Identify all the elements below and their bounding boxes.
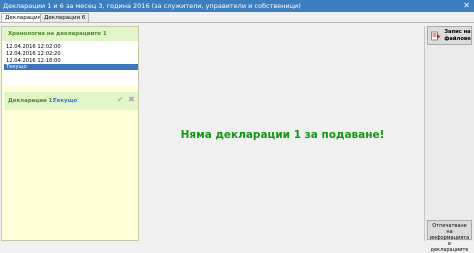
print-info-button[interactable]: Отпечатване на информацията в декларации… <box>427 220 472 253</box>
declaration-label: Декларации 1: <box>8 98 55 104</box>
window-title: Декларации 1 и 6 за месец 3, година 2016… <box>3 2 301 10</box>
tab-bar: Декларация 1 Декларация 6 <box>0 12 474 22</box>
check-icon[interactable]: ✔ <box>117 95 124 104</box>
main-area: Няма декларации 1 за подаване! <box>141 26 424 241</box>
history-title: Хронология на декларациите 1 <box>8 31 107 37</box>
history-item[interactable]: 12.04.2016 12:02:00 <box>6 44 61 50</box>
close-icon[interactable]: ✕ <box>463 1 470 10</box>
history-header: Хронология на декларациите 1 <box>2 27 138 41</box>
tab-declaration-6[interactable]: Декларация 6 <box>40 13 90 22</box>
history-panel: Хронология на декларациите 1 12.04.2016 … <box>1 26 139 241</box>
window-titlebar: Декларации 1 и 6 за месец 3, година 2016… <box>0 0 474 12</box>
declaration-status-panel: Декларации 1: Текущо ✔ ✖ <box>4 92 138 110</box>
action-sidebar: Запис на файлове Отпечатване на информац… <box>424 26 474 253</box>
save-files-label: Запис на файлове <box>444 29 471 42</box>
save-files-icon <box>431 31 441 41</box>
save-files-button[interactable]: Запис на файлове <box>427 26 472 45</box>
declaration-value: Текущо <box>53 98 78 104</box>
history-item[interactable]: 12.04.2016 12:02:20 <box>6 51 61 57</box>
history-item-selected[interactable]: Текущо <box>4 64 138 70</box>
delete-icon[interactable]: ✖ <box>128 95 135 104</box>
empty-message: Няма декларации 1 за подаване! <box>180 129 385 141</box>
history-list[interactable]: 12.04.2016 12:02:00 12.04.2016 12:02:20 … <box>4 42 138 86</box>
tab-content: Хронология на декларациите 1 12.04.2016 … <box>0 22 474 253</box>
print-info-label: Отпечатване на информацията в декларации… <box>429 223 470 253</box>
